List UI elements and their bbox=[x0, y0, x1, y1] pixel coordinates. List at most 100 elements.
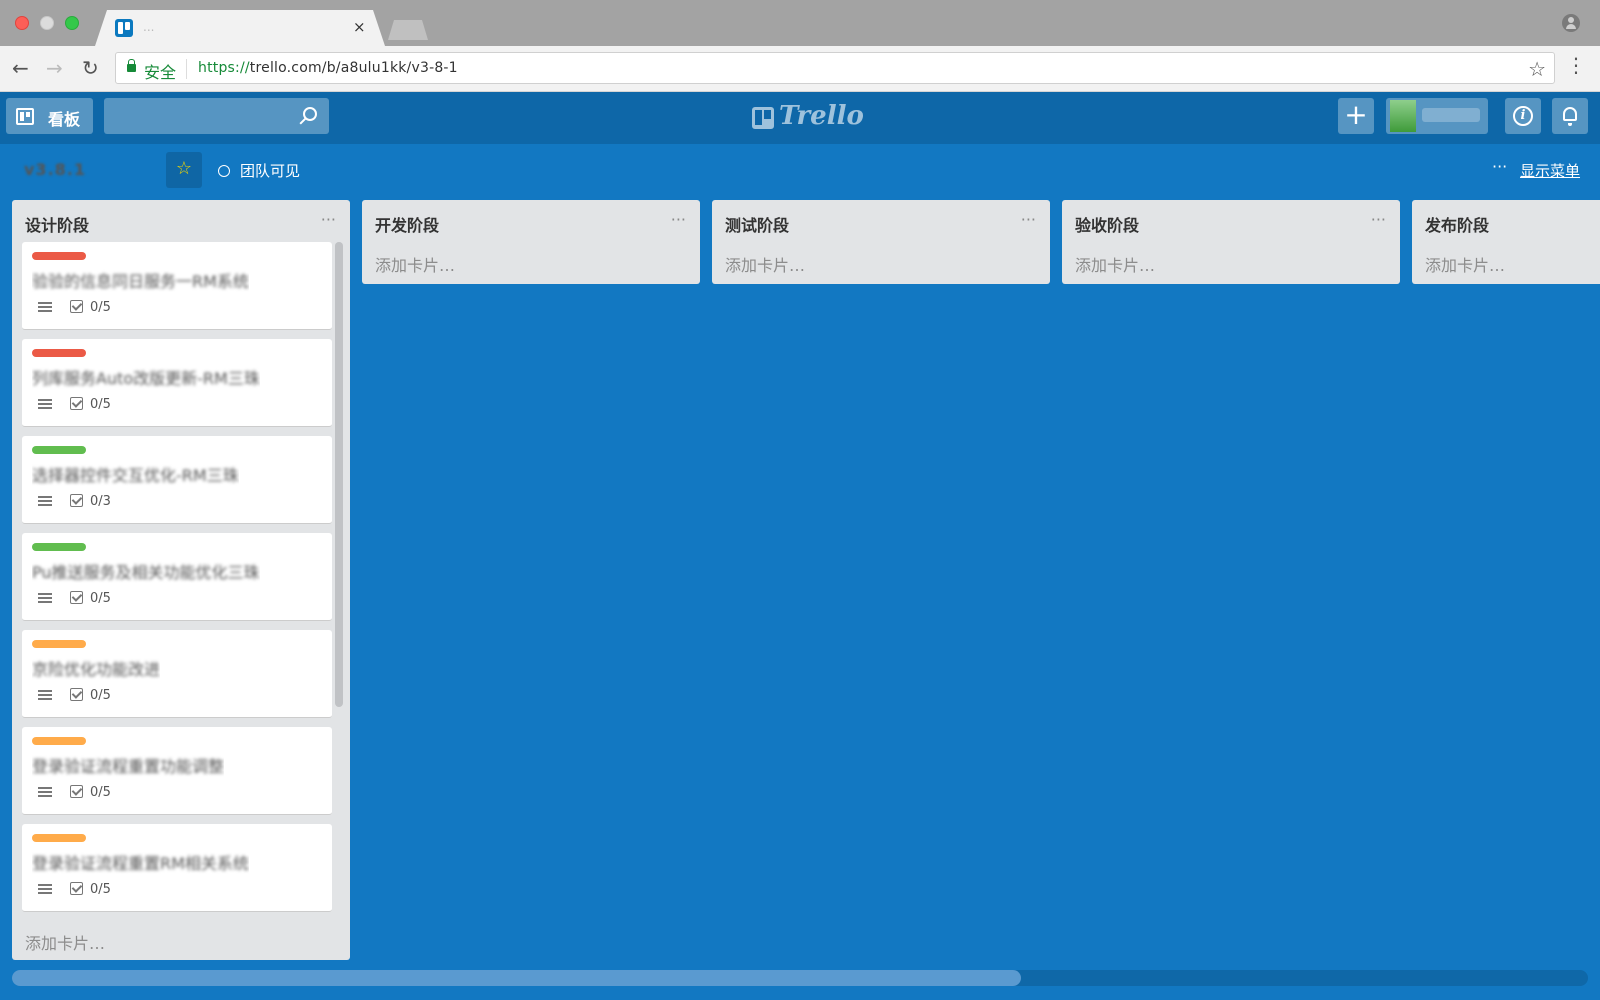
card-label[interactable] bbox=[32, 349, 86, 357]
browser-tab-bar: ... × bbox=[0, 0, 1600, 46]
board-title[interactable]: v3.8.1 bbox=[24, 160, 86, 179]
logo-text: Trello bbox=[779, 101, 864, 131]
address-separator bbox=[186, 59, 187, 79]
card-label[interactable] bbox=[32, 737, 86, 745]
list-menu-icon[interactable]: ··· bbox=[1021, 210, 1036, 229]
url-text[interactable]: https://trello.com/b/a8ulu1kk/v3-8-1 bbox=[198, 60, 458, 76]
card-badges: 0/5 bbox=[38, 591, 111, 606]
list-acceptance: 验收阶段 ··· 添加卡片… bbox=[1062, 200, 1400, 284]
card-badges: 0/5 bbox=[38, 688, 111, 703]
list-scrollbar[interactable] bbox=[335, 242, 343, 707]
reload-icon[interactable]: ↻ bbox=[82, 58, 99, 78]
card[interactable]: Pu推送服务及相关功能优化三珠 0/5 bbox=[22, 533, 332, 621]
list-title[interactable]: 验收阶段 bbox=[1075, 212, 1139, 236]
card-badges: 0/5 bbox=[38, 785, 111, 800]
forward-arrow-icon[interactable]: → bbox=[46, 58, 63, 78]
card[interactable]: 选择器控件交互优化-RM三珠 0/3 bbox=[22, 436, 332, 524]
search-input[interactable] bbox=[104, 98, 329, 134]
card[interactable]: 列库服务Auto改版更新-RM三珠 0/5 bbox=[22, 339, 332, 427]
card-badges: 0/3 bbox=[38, 494, 111, 509]
card-title: 京险优化功能改进 bbox=[32, 660, 161, 679]
boards-button[interactable]: 看板 bbox=[6, 98, 93, 134]
trello-logo-icon bbox=[752, 107, 774, 129]
profile-icon[interactable] bbox=[1562, 14, 1580, 32]
list-scrollbar-thumb[interactable] bbox=[335, 242, 343, 707]
checklist-count: 0/5 bbox=[90, 785, 111, 800]
card-title: 验验的信息同日服务一RM系统 bbox=[32, 272, 249, 291]
board-scrollbar-thumb[interactable] bbox=[12, 970, 1021, 986]
card[interactable]: 登录验证流程重置功能调整 0/5 bbox=[22, 727, 332, 815]
close-window-button[interactable] bbox=[15, 16, 29, 30]
card-label[interactable] bbox=[32, 543, 86, 551]
card-badges: 0/5 bbox=[38, 300, 111, 315]
card-label[interactable] bbox=[32, 834, 86, 842]
checklist-count: 0/5 bbox=[90, 397, 111, 412]
list-design: 设计阶段 ··· 验验的信息同日服务一RM系统 0/5 列库服务Auto改版更新-R… bbox=[12, 200, 350, 960]
card[interactable]: 验验的信息同日服务一RM系统 0/5 bbox=[22, 242, 332, 330]
card[interactable]: 登录验证流程重置RM相关系统 0/5 bbox=[22, 824, 332, 912]
checklist-count: 0/5 bbox=[90, 688, 111, 703]
lock-icon bbox=[127, 59, 136, 72]
list-title[interactable]: 设计阶段 bbox=[25, 212, 89, 236]
list-title[interactable]: 发布阶段 bbox=[1425, 212, 1489, 236]
card-title: 登录验证流程重置RM相关系统 bbox=[32, 854, 249, 873]
visibility-button[interactable]: 团队可见 bbox=[218, 160, 300, 181]
card[interactable]: 京险优化功能改进 0/5 bbox=[22, 630, 332, 718]
menu-dots-icon[interactable]: ··· bbox=[1492, 157, 1507, 176]
add-card-link[interactable]: 添加卡片… bbox=[1425, 252, 1505, 276]
tab-close-icon[interactable]: × bbox=[353, 18, 366, 36]
add-button[interactable]: + bbox=[1338, 98, 1374, 134]
star-board-icon[interactable]: ☆ bbox=[166, 152, 202, 188]
list-menu-icon[interactable]: ··· bbox=[321, 210, 336, 229]
member-button[interactable] bbox=[1386, 98, 1488, 134]
boards-icon bbox=[16, 108, 34, 125]
browser-tab[interactable]: ... × bbox=[95, 10, 385, 46]
add-card-link[interactable]: 添加卡片… bbox=[725, 252, 805, 276]
list-menu-icon[interactable]: ··· bbox=[1371, 210, 1386, 229]
description-icon bbox=[38, 690, 52, 700]
search-icon[interactable] bbox=[303, 107, 317, 121]
notifications-button[interactable] bbox=[1552, 98, 1588, 134]
checklist-icon bbox=[70, 882, 83, 895]
url-path: trello.com/b/a8ulu1kk/v3-8-1 bbox=[249, 60, 458, 76]
checklist-icon bbox=[70, 300, 83, 313]
maximize-window-button[interactable] bbox=[65, 16, 79, 30]
back-arrow-icon[interactable]: ← bbox=[12, 58, 29, 78]
checklist-icon bbox=[70, 688, 83, 701]
visibility-label: 团队可见 bbox=[240, 162, 301, 180]
checklist-icon bbox=[70, 494, 83, 507]
url-scheme: https:// bbox=[198, 60, 250, 76]
bell-icon bbox=[1563, 107, 1577, 126]
board-horizontal-scrollbar[interactable] bbox=[12, 970, 1588, 986]
list-menu-icon[interactable]: ··· bbox=[671, 210, 686, 229]
list-title[interactable]: 测试阶段 bbox=[725, 212, 789, 236]
trello-favicon-icon bbox=[115, 19, 133, 37]
boards-label: 看板 bbox=[48, 110, 81, 129]
description-icon bbox=[38, 884, 52, 894]
browser-menu-icon[interactable]: ⋮ bbox=[1566, 55, 1586, 75]
description-icon bbox=[38, 593, 52, 603]
add-card-link[interactable]: 添加卡片… bbox=[1075, 252, 1155, 276]
bookmark-star-icon[interactable]: ☆ bbox=[1528, 57, 1546, 81]
list-title[interactable]: 开发阶段 bbox=[375, 212, 439, 236]
browser-toolbar: ← → ↻ 安全 https://trello.com/b/a8ulu1kk/v… bbox=[0, 46, 1600, 92]
add-card-link[interactable]: 添加卡片… bbox=[375, 252, 455, 276]
card-container: 验验的信息同日服务一RM系统 0/5 列库服务Auto改版更新-RM三珠 0/5 选择器… bbox=[22, 242, 342, 921]
checklist-icon bbox=[70, 397, 83, 410]
member-name bbox=[1422, 108, 1480, 122]
card-label[interactable] bbox=[32, 640, 86, 648]
info-button[interactable]: i bbox=[1505, 98, 1541, 134]
address-bar[interactable]: 安全 https://trello.com/b/a8ulu1kk/v3-8-1 … bbox=[115, 52, 1555, 84]
checklist-icon bbox=[70, 785, 83, 798]
minimize-window-button[interactable] bbox=[40, 16, 54, 30]
list-development: 开发阶段 ··· 添加卡片… bbox=[362, 200, 700, 284]
card-title: 列库服务Auto改版更新-RM三珠 bbox=[32, 369, 260, 388]
trello-header: 看板 Trello + i bbox=[0, 92, 1600, 144]
card-label[interactable] bbox=[32, 446, 86, 454]
new-tab-button[interactable] bbox=[388, 20, 428, 40]
card-title: 选择器控件交互优化-RM三珠 bbox=[32, 466, 239, 485]
team-icon bbox=[218, 165, 230, 177]
add-card-link[interactable]: 添加卡片… bbox=[25, 930, 105, 954]
card-label[interactable] bbox=[32, 252, 86, 260]
show-menu-link[interactable]: 显示菜单 bbox=[1520, 160, 1580, 181]
